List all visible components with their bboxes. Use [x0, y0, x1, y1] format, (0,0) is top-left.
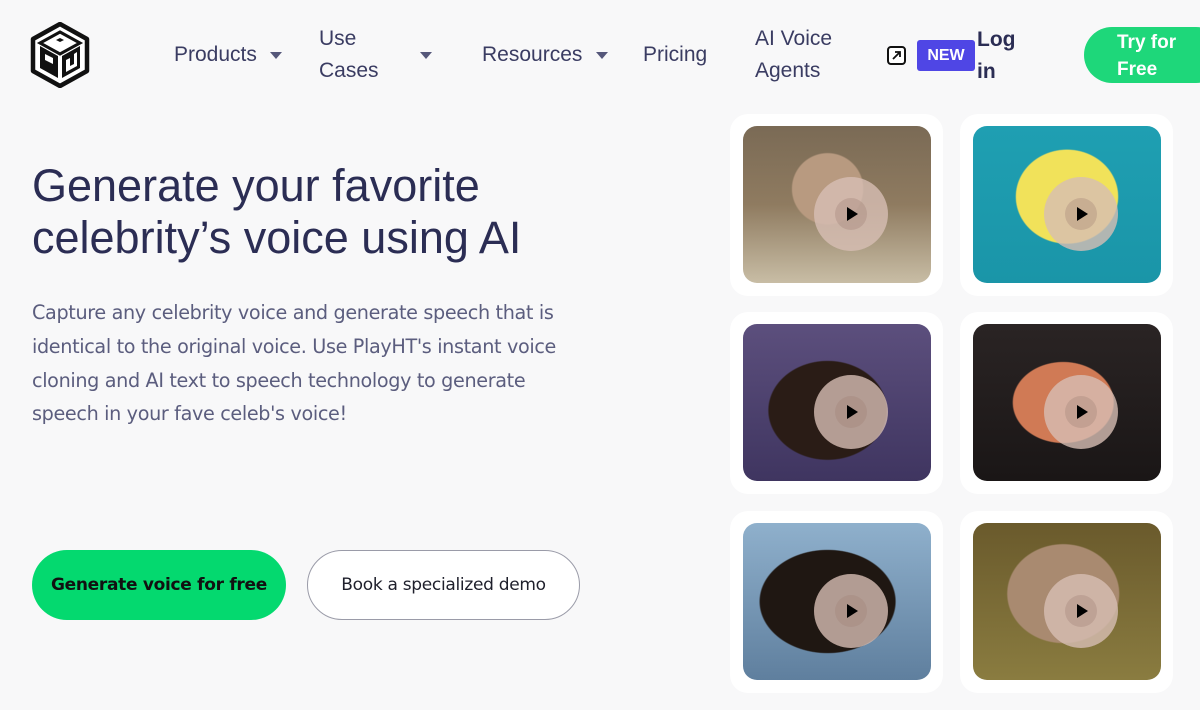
play-button[interactable]: [1044, 574, 1118, 648]
nav-ai-voice-agents-line2: Agents: [755, 59, 821, 82]
play-button[interactable]: [1044, 177, 1118, 251]
login-link[interactable]: Log in: [977, 24, 1015, 88]
celebrity-image: [743, 324, 931, 481]
hero-title-line2: celebrity’s voice using AI: [32, 212, 522, 263]
products-chevron-down-icon[interactable]: [270, 52, 282, 59]
play-icon: [847, 405, 858, 419]
nav-use-cases-line1: Use: [319, 27, 357, 50]
nav-products[interactable]: Products: [174, 39, 257, 71]
celebrity-image: [743, 126, 931, 283]
celebrity-image: [973, 126, 1161, 283]
celebrity-voice-6-card[interactable]: [960, 511, 1173, 693]
nav-resources[interactable]: Resources: [482, 39, 582, 71]
celebrity-image: [973, 324, 1161, 481]
play-icon: [1077, 405, 1088, 419]
celebrity-image: [973, 523, 1161, 680]
play-button-inner: [835, 198, 867, 230]
celebrity-voice-1-card[interactable]: [730, 114, 943, 296]
play-button-inner: [1065, 396, 1097, 428]
play-button[interactable]: [814, 177, 888, 251]
celebrity-voice-3-card[interactable]: [730, 312, 943, 494]
play-button[interactable]: [1044, 375, 1118, 449]
play-icon: [1077, 604, 1088, 618]
nav-products-label: Products: [174, 43, 257, 66]
celebrity-image: [743, 523, 931, 680]
nav-use-cases[interactable]: Use Cases: [319, 23, 379, 87]
celebrity-voice-5-card[interactable]: [730, 511, 943, 693]
play-icon: [847, 207, 858, 221]
top-nav: Products Use Cases Resources Pricing AI …: [0, 0, 1200, 112]
play-button-inner: [1065, 595, 1097, 627]
play-button[interactable]: [814, 574, 888, 648]
nav-pricing-label: Pricing: [643, 43, 708, 66]
playht-logo[interactable]: [30, 21, 90, 89]
play-button-inner: [835, 595, 867, 627]
use-cases-chevron-down-icon[interactable]: [420, 52, 432, 59]
play-button-inner: [1065, 198, 1097, 230]
login-line2: in: [977, 60, 996, 83]
hero-description: Capture any celebrity voice and generate…: [32, 301, 556, 426]
logo-cube-icon: [30, 21, 90, 89]
nav-resources-label: Resources: [482, 43, 583, 66]
try-for-free-button[interactable]: Try for Free: [1084, 27, 1200, 83]
book-demo-button[interactable]: Book a specialized demo: [307, 550, 580, 620]
celebrity-voice-4-card[interactable]: [960, 312, 1173, 494]
celebrity-voice-2-card[interactable]: [960, 114, 1173, 296]
play-button[interactable]: [814, 375, 888, 449]
resources-chevron-down-icon[interactable]: [596, 52, 608, 59]
play-icon: [1077, 207, 1088, 221]
login-line1: Log: [977, 28, 1016, 51]
play-button-inner: [835, 396, 867, 428]
nav-ai-voice-agents[interactable]: AI Voice Agents: [755, 23, 832, 87]
new-badge: NEW: [917, 40, 975, 71]
nav-pricing[interactable]: Pricing: [643, 39, 707, 71]
hero-title: Generate your favorite celebrity’s voice…: [32, 160, 652, 264]
external-link-icon[interactable]: [887, 46, 906, 65]
try-line1: Try for: [1117, 32, 1177, 53]
generate-voice-button[interactable]: Generate voice for free: [32, 550, 286, 620]
try-line2: Free: [1117, 59, 1158, 80]
nav-use-cases-line2: Cases: [319, 59, 379, 82]
play-icon: [847, 604, 858, 618]
nav-ai-voice-agents-line1: AI Voice: [755, 27, 833, 50]
hero-title-line1: Generate your favorite: [32, 160, 480, 211]
